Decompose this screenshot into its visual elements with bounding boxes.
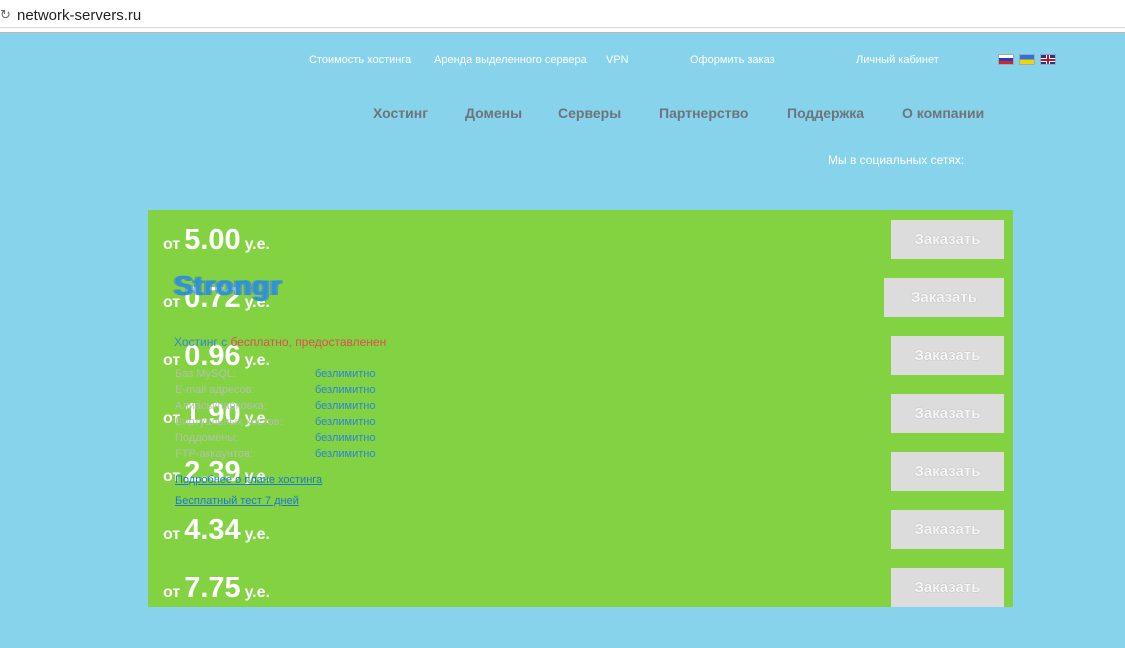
order-button[interactable]: Заказать: [884, 278, 1004, 317]
spec-value: безлимитно: [315, 400, 376, 412]
order-button[interactable]: Заказать: [891, 452, 1004, 491]
spec-value: безлимитно: [315, 416, 376, 428]
flag-ua-icon[interactable]: [1019, 54, 1035, 65]
order-button[interactable]: Заказать: [891, 336, 1004, 375]
flag-ru-icon[interactable]: [998, 54, 1014, 65]
order-button[interactable]: Заказать: [891, 568, 1004, 607]
link-hosting-cost[interactable]: Стоимость хостинга: [309, 54, 411, 66]
social-label: Мы в социальных сетях:: [828, 153, 965, 167]
link-personal-cabinet[interactable]: Личный кабинет: [856, 54, 939, 66]
spec-value: безлимитно: [315, 432, 376, 444]
nav-hosting[interactable]: Хостинг: [373, 105, 428, 121]
spec-value: безлимитно: [315, 384, 376, 396]
browser-address-bar[interactable]: ↻ network-servers.ru: [0, 0, 1125, 33]
spec-label: Виртуальных хостов:: [175, 416, 283, 428]
spec-label: Алиасы/парковка:: [175, 400, 267, 412]
spec-label: Поддомены:: [175, 432, 239, 444]
order-button[interactable]: Заказать: [891, 220, 1004, 259]
flag-uk-icon[interactable]: [1040, 54, 1056, 65]
plans-panel: от 5.00 у.е. от 0.72 у.е. от 0.96 у.е. от 1.90 у…: [148, 210, 1013, 607]
spec-label: FTP-аккаунтов:: [175, 448, 253, 460]
nav-domains[interactable]: Домены: [465, 105, 522, 121]
plan-details-link[interactable]: Подробнее о плане хостинга: [175, 474, 322, 486]
link-place-order[interactable]: Оформить заказ: [690, 54, 775, 66]
link-vpn[interactable]: VPN: [606, 54, 629, 66]
spec-label: E-mail адресов:: [175, 384, 255, 396]
plan-popup-description: Хостинг с бесплатно, предоставленен: [174, 335, 387, 349]
plan-price: от 4.34 у.е.: [163, 514, 270, 546]
address-divider: [0, 27, 1125, 28]
order-button[interactable]: Заказать: [891, 394, 1004, 433]
reload-icon[interactable]: ↻: [0, 8, 12, 22]
order-button[interactable]: Заказать: [891, 510, 1004, 549]
nav-partnership[interactable]: Партнерство: [659, 105, 748, 121]
plan-popup-title: Strongr: [174, 270, 283, 301]
plan-price: от 5.00 у.е.: [163, 224, 270, 256]
spec-label: Баз MySQL:: [175, 368, 237, 380]
spec-value: безлимитно: [315, 448, 376, 460]
nav-about[interactable]: О компании: [902, 105, 984, 121]
url-text[interactable]: network-servers.ru: [17, 7, 141, 25]
plan-price: от 7.75 у.е.: [163, 572, 270, 604]
link-dedicated-server[interactable]: Аренда выделенного сервера: [434, 54, 587, 66]
nav-support[interactable]: Поддержка: [787, 105, 864, 121]
free-trial-link[interactable]: Бесплатный тест 7 дней: [175, 495, 299, 507]
nav-servers[interactable]: Серверы: [558, 105, 621, 121]
spec-value: безлимитно: [315, 368, 376, 380]
